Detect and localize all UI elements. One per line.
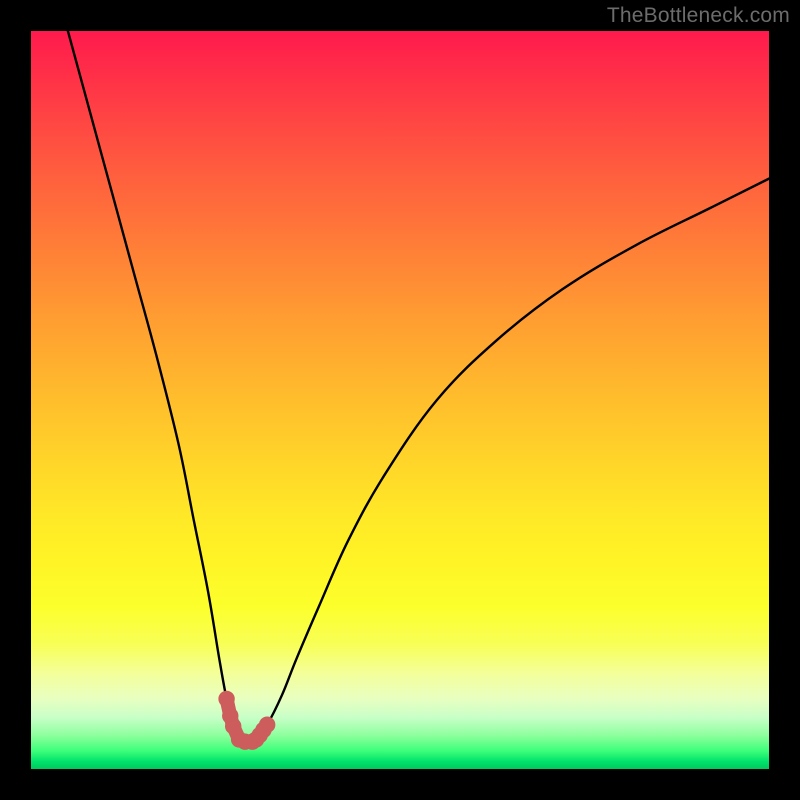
watermark-text: TheBottleneck.com (607, 4, 790, 28)
bottleneck-curve (68, 31, 769, 741)
marker-dot (259, 717, 275, 733)
bottleneck-curve-path (68, 31, 769, 741)
chart-frame: TheBottleneck.com (0, 0, 800, 800)
marker-dot (218, 691, 234, 707)
plot-svg (31, 31, 769, 769)
plot-area (31, 31, 769, 769)
near-minimum-markers (218, 691, 275, 750)
